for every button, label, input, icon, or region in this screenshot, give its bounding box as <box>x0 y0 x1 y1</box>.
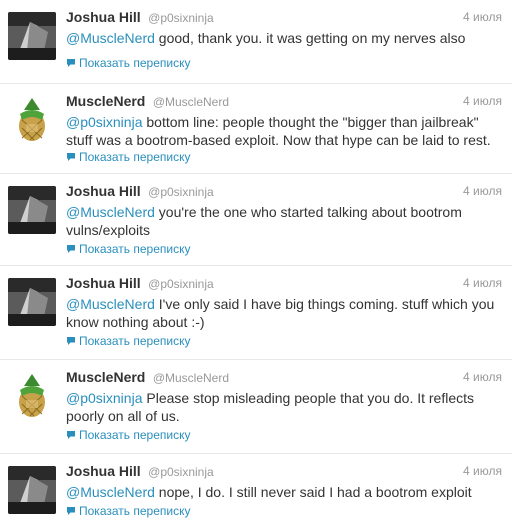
author-name[interactable]: Joshua Hill <box>66 183 141 199</box>
mention-link[interactable]: @p0sixninja <box>66 114 142 130</box>
tweet-body: nope, I do. I still never said I had a b… <box>154 484 472 500</box>
author-name[interactable]: Joshua Hill <box>66 275 141 291</box>
author-name[interactable]: Joshua Hill <box>66 463 141 479</box>
tweet-text: @MuscleNerd nope, I do. I still never sa… <box>66 483 504 501</box>
show-conversation-link[interactable]: Показать переписку <box>66 242 190 257</box>
tweet-body: good, thank you. it was getting on my ne… <box>154 30 466 46</box>
mention-link[interactable]: @MuscleNerd <box>66 296 155 312</box>
tweet[interactable]: MuscleNerd @MuscleNerd 4 июля @p0sixninj… <box>0 84 512 174</box>
mention-link[interactable]: @p0sixninja <box>66 390 142 406</box>
author-name[interactable]: Joshua Hill <box>66 9 141 25</box>
show-conversation-link[interactable]: Показать переписку <box>66 334 190 349</box>
timestamp[interactable]: 4 июля <box>463 10 502 24</box>
speech-bubble-icon <box>66 151 76 165</box>
speech-bubble-icon <box>66 335 76 349</box>
timestamp[interactable]: 4 июля <box>463 276 502 290</box>
author-handle[interactable]: @p0sixninja <box>148 11 214 25</box>
tweet[interactable]: Joshua Hill @p0sixninja 4 июля @MuscleNe… <box>0 0 512 84</box>
show-conversation-link[interactable]: Показать переписку <box>66 150 190 165</box>
timestamp[interactable]: 4 июля <box>463 94 502 108</box>
speech-bubble-icon <box>66 57 76 71</box>
avatar[interactable] <box>8 186 56 234</box>
mention-link[interactable]: @MuscleNerd <box>66 204 155 220</box>
speech-bubble-icon <box>66 505 76 519</box>
author-name[interactable]: MuscleNerd <box>66 369 145 385</box>
author-name[interactable]: MuscleNerd <box>66 93 145 109</box>
show-conversation-link[interactable]: Показать переписку <box>66 504 190 519</box>
avatar[interactable] <box>8 96 56 144</box>
author-handle[interactable]: @p0sixninja <box>148 277 214 291</box>
avatar[interactable] <box>8 466 56 514</box>
show-conversation-link[interactable]: Показать переписку <box>66 428 190 443</box>
tweet[interactable]: Joshua Hill @p0sixninja 4 июля @MuscleNe… <box>0 174 512 266</box>
mention-link[interactable]: @MuscleNerd <box>66 30 155 46</box>
tweet[interactable]: Joshua Hill @p0sixninja 4 июля @MuscleNe… <box>0 454 512 527</box>
tweet-text: @MuscleNerd good, thank you. it was gett… <box>66 29 504 47</box>
mention-link[interactable]: @MuscleNerd <box>66 484 155 500</box>
avatar[interactable] <box>8 12 56 60</box>
tweet[interactable]: MuscleNerd @MuscleNerd 4 июля @p0sixninj… <box>0 360 512 454</box>
timestamp[interactable]: 4 июля <box>463 184 502 198</box>
author-handle[interactable]: @MuscleNerd <box>153 95 229 109</box>
show-conversation-link[interactable]: Показать переписку <box>66 56 190 71</box>
timestamp[interactable]: 4 июля <box>463 370 502 384</box>
speech-bubble-icon <box>66 243 76 257</box>
author-handle[interactable]: @p0sixninja <box>148 185 214 199</box>
tweet[interactable]: Joshua Hill @p0sixninja 4 июля @MuscleNe… <box>0 266 512 360</box>
tweet-text: @p0sixninja bottom line: people thought … <box>66 113 504 149</box>
tweet-text: @MuscleNerd I've only said I have big th… <box>66 295 504 331</box>
timestamp[interactable]: 4 июля <box>463 464 502 478</box>
speech-bubble-icon <box>66 429 76 443</box>
tweet-text: @MuscleNerd you're the one who started t… <box>66 203 504 239</box>
avatar[interactable] <box>8 372 56 420</box>
tweet-text: @p0sixninja Please stop misleading peopl… <box>66 389 504 425</box>
timeline: Joshua Hill @p0sixninja 4 июля @MuscleNe… <box>0 0 512 527</box>
author-handle[interactable]: @MuscleNerd <box>153 371 229 385</box>
author-handle[interactable]: @p0sixninja <box>148 465 214 479</box>
avatar[interactable] <box>8 278 56 326</box>
